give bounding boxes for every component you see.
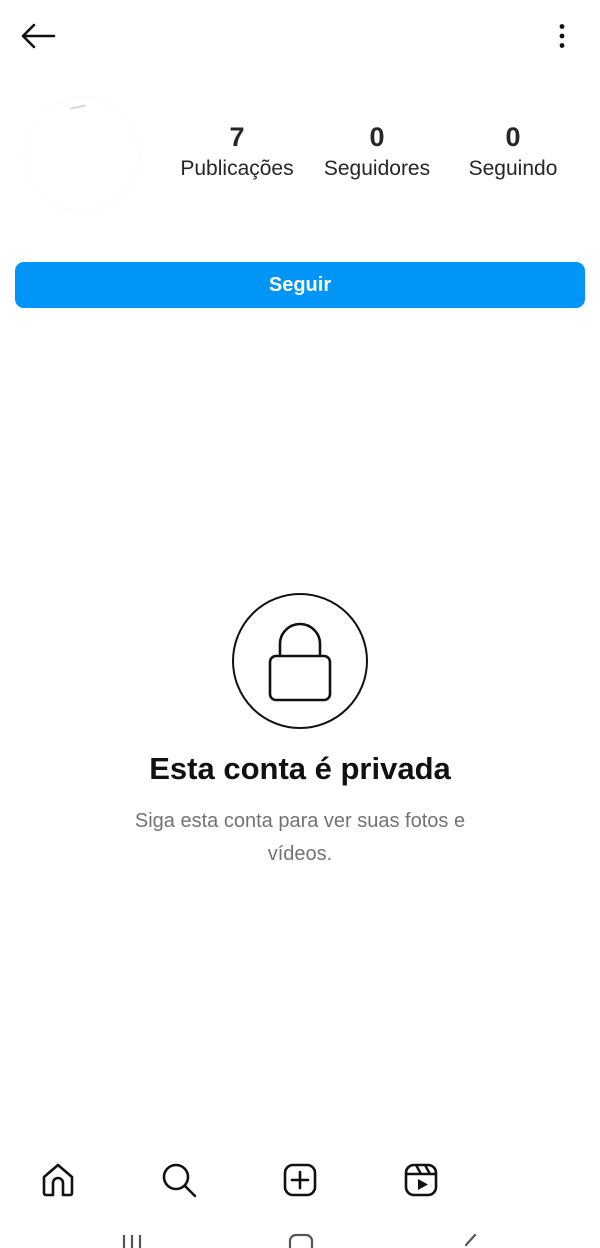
recent-apps-button[interactable] xyxy=(112,1233,152,1248)
stat-followers[interactable]: 0 Seguidores xyxy=(312,120,442,184)
stat-followers-value: 0 xyxy=(369,122,385,152)
profile-stats: 7 Publicações 0 Seguidores 0 Seguindo xyxy=(170,120,580,200)
lock-badge xyxy=(232,593,368,729)
reels-icon xyxy=(404,1163,438,1197)
private-account-notice: Esta conta é privada Siga esta conta par… xyxy=(0,593,600,871)
nav-create[interactable] xyxy=(278,1158,322,1202)
create-icon xyxy=(283,1163,317,1197)
stat-posts-label: Publicações xyxy=(180,157,294,180)
back-button[interactable] xyxy=(14,14,62,58)
more-vertical-icon xyxy=(559,24,565,48)
private-title: Esta conta é privada xyxy=(149,751,451,786)
nav-search[interactable] xyxy=(157,1158,201,1202)
search-icon xyxy=(162,1163,197,1198)
stat-posts-value: 7 xyxy=(229,122,245,152)
system-back-button[interactable] xyxy=(450,1233,490,1248)
stat-following-value: 0 xyxy=(505,122,521,152)
system-navigation-bar xyxy=(0,1225,600,1248)
nav-reels[interactable] xyxy=(399,1158,443,1202)
private-description: Siga esta conta para ver suas fotos e ví… xyxy=(134,810,466,865)
more-options-button[interactable] xyxy=(550,14,574,58)
stat-followers-label: Seguidores xyxy=(323,157,431,180)
nav-home[interactable] xyxy=(36,1158,80,1202)
back-system-icon xyxy=(464,1233,477,1247)
stat-following-label: Seguindo xyxy=(468,157,558,180)
top-bar xyxy=(0,0,600,72)
home-icon xyxy=(42,1163,74,1197)
stat-following[interactable]: 0 Seguindo xyxy=(460,120,566,184)
recent-apps-icon xyxy=(122,1235,142,1248)
avatar[interactable] xyxy=(22,95,142,215)
stat-posts[interactable]: 7 Publicações xyxy=(170,120,304,184)
system-home-button[interactable] xyxy=(281,1233,321,1248)
bottom-nav xyxy=(0,1150,600,1206)
arrow-left-icon xyxy=(21,23,56,49)
home-button-icon xyxy=(288,1233,314,1248)
lock-icon xyxy=(268,622,332,702)
follow-button[interactable]: Seguir xyxy=(15,262,585,308)
